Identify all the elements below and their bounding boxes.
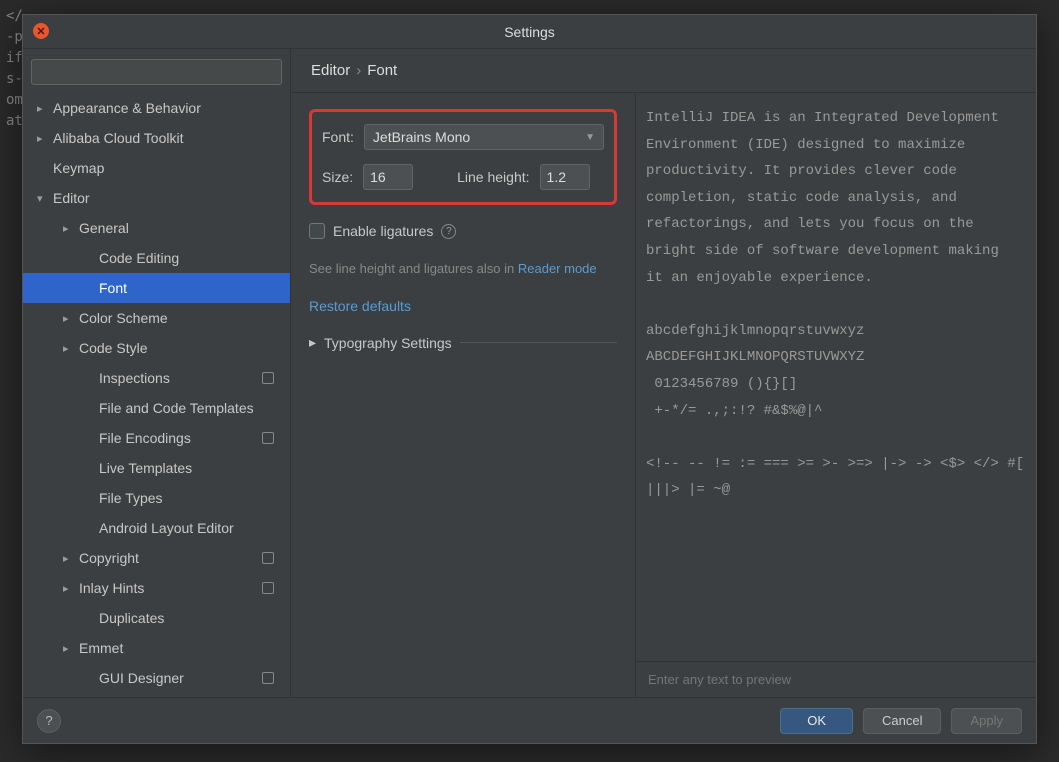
- sidebar-item-code-style[interactable]: Code Style: [23, 333, 290, 363]
- project-badge-icon: [262, 372, 274, 384]
- ligatures-checkbox[interactable]: [309, 223, 325, 239]
- tree-item-label: Inspections: [99, 370, 170, 386]
- cancel-button[interactable]: Cancel: [863, 708, 941, 734]
- sidebar-item-file-and-code-templates[interactable]: File and Code Templates: [23, 393, 290, 423]
- typography-label: Typography Settings: [324, 335, 452, 351]
- tree-item-label: File and Code Templates: [99, 400, 254, 416]
- sidebar-item-live-templates[interactable]: Live Templates: [23, 453, 290, 483]
- preview-panel: IntelliJ IDEA is an Integrated Developme…: [636, 93, 1036, 697]
- project-badge-icon: [262, 672, 274, 684]
- close-button[interactable]: [33, 23, 49, 39]
- chevron-down-icon: ▼: [585, 132, 595, 143]
- sidebar-item-code-editing[interactable]: Code Editing: [23, 243, 290, 273]
- sidebar-item-font[interactable]: Font: [23, 273, 290, 303]
- line-height-input[interactable]: [540, 164, 590, 190]
- apply-button[interactable]: Apply: [951, 708, 1022, 734]
- tree-item-label: Keymap: [53, 160, 104, 176]
- sidebar-item-inlay-hints[interactable]: Inlay Hints: [23, 573, 290, 603]
- sidebar-item-inspections[interactable]: Inspections: [23, 363, 290, 393]
- tree-item-label: Color Scheme: [79, 310, 168, 326]
- sidebar-item-file-types[interactable]: File Types: [23, 483, 290, 513]
- tree-item-label: Duplicates: [99, 610, 164, 626]
- chevron-right-icon: [63, 312, 75, 325]
- sidebar-item-appearance-behavior[interactable]: Appearance & Behavior: [23, 93, 290, 123]
- restore-defaults-link[interactable]: Restore defaults: [309, 298, 617, 314]
- font-dropdown-value: JetBrains Mono: [373, 129, 470, 145]
- sidebar-item-editor[interactable]: Editor: [23, 183, 290, 213]
- project-badge-icon: [262, 552, 274, 564]
- tree-item-label: Copyright: [79, 550, 139, 566]
- titlebar: Settings: [23, 15, 1036, 49]
- hint-prefix: See line height and ligatures also in: [309, 261, 518, 276]
- tree-item-label: Android Layout Editor: [99, 520, 234, 536]
- tree-item-label: GUI Designer: [99, 670, 184, 686]
- help-icon[interactable]: ?: [441, 224, 456, 239]
- font-dropdown[interactable]: JetBrains Mono ▼: [364, 124, 604, 150]
- tree-item-label: Code Style: [79, 340, 147, 356]
- section-divider: [460, 342, 617, 343]
- tree-item-label: File Encodings: [99, 430, 191, 446]
- chevron-right-icon: [63, 582, 75, 595]
- size-label: Size:: [322, 169, 353, 185]
- chevron-right-icon: [37, 102, 49, 115]
- breadcrumb-root[interactable]: Editor: [311, 62, 350, 79]
- sidebar-item-keymap[interactable]: Keymap: [23, 153, 290, 183]
- help-button[interactable]: ?: [37, 709, 61, 733]
- tree-item-label: Code Editing: [99, 250, 179, 266]
- tree-item-label: Inlay Hints: [79, 580, 144, 596]
- search-input[interactable]: [31, 59, 282, 85]
- tree-item-label: Appearance & Behavior: [53, 100, 201, 116]
- reader-mode-link[interactable]: Reader mode: [518, 261, 597, 276]
- tree-item-label: Live Templates: [99, 460, 192, 476]
- line-height-label: Line height:: [457, 169, 529, 185]
- dialog-title: Settings: [504, 24, 555, 40]
- sidebar-item-duplicates[interactable]: Duplicates: [23, 603, 290, 633]
- preview-text[interactable]: IntelliJ IDEA is an Integrated Developme…: [636, 93, 1036, 661]
- tree-item-label: Font: [99, 280, 127, 296]
- typography-section[interactable]: ▸ Typography Settings: [309, 334, 617, 351]
- tree-item-label: Editor: [53, 190, 90, 206]
- breadcrumb-leaf: Font: [367, 62, 397, 79]
- settings-tree[interactable]: Appearance & Behavior Alibaba Cloud Toolk…: [23, 93, 290, 697]
- sidebar-item-color-scheme[interactable]: Color Scheme: [23, 303, 290, 333]
- preview-input[interactable]: [648, 672, 1024, 687]
- tree-item-label: Emmet: [79, 640, 123, 656]
- sidebar-item-emmet[interactable]: Emmet: [23, 633, 290, 663]
- chevron-right-icon: [63, 342, 75, 355]
- chevron-right-icon: [63, 642, 75, 655]
- tree-item-label: Alibaba Cloud Toolkit: [53, 130, 184, 146]
- close-icon: [37, 27, 45, 35]
- chevron-right-icon: [37, 132, 49, 145]
- project-badge-icon: [262, 432, 274, 444]
- font-label: Font:: [322, 129, 354, 145]
- sidebar-item-copyright[interactable]: Copyright: [23, 543, 290, 573]
- sidebar-item-android-layout-editor[interactable]: Android Layout Editor: [23, 513, 290, 543]
- dialog-footer: ? OK Cancel Apply: [23, 697, 1036, 743]
- ok-button[interactable]: OK: [780, 708, 853, 734]
- sidebar-item-file-encodings[interactable]: File Encodings: [23, 423, 290, 453]
- highlighted-region: Font: JetBrains Mono ▼ Size: Line height…: [309, 109, 617, 205]
- hint-text: See line height and ligatures also in Re…: [309, 261, 617, 276]
- chevron-right-icon: [63, 552, 75, 565]
- chevron-right-icon: ›: [356, 62, 361, 79]
- chevron-down-icon: [37, 192, 49, 205]
- sidebar-item-general[interactable]: General: [23, 213, 290, 243]
- tree-item-label: File Types: [99, 490, 163, 506]
- sidebar: Appearance & Behavior Alibaba Cloud Toolk…: [23, 49, 291, 697]
- settings-dialog: Settings Appearance & Behavior Alibaba Cl…: [22, 14, 1037, 744]
- size-input[interactable]: [363, 164, 413, 190]
- tree-item-label: General: [79, 220, 129, 236]
- font-settings-panel: Font: JetBrains Mono ▼ Size: Line height…: [291, 93, 636, 697]
- breadcrumb: Editor › Font: [291, 49, 1036, 93]
- chevron-right-icon: ▸: [309, 334, 316, 351]
- sidebar-item-gui-designer[interactable]: GUI Designer: [23, 663, 290, 693]
- chevron-right-icon: [63, 222, 75, 235]
- ligatures-label: Enable ligatures: [333, 223, 433, 239]
- project-badge-icon: [262, 582, 274, 594]
- sidebar-item-alibaba-cloud-toolkit[interactable]: Alibaba Cloud Toolkit: [23, 123, 290, 153]
